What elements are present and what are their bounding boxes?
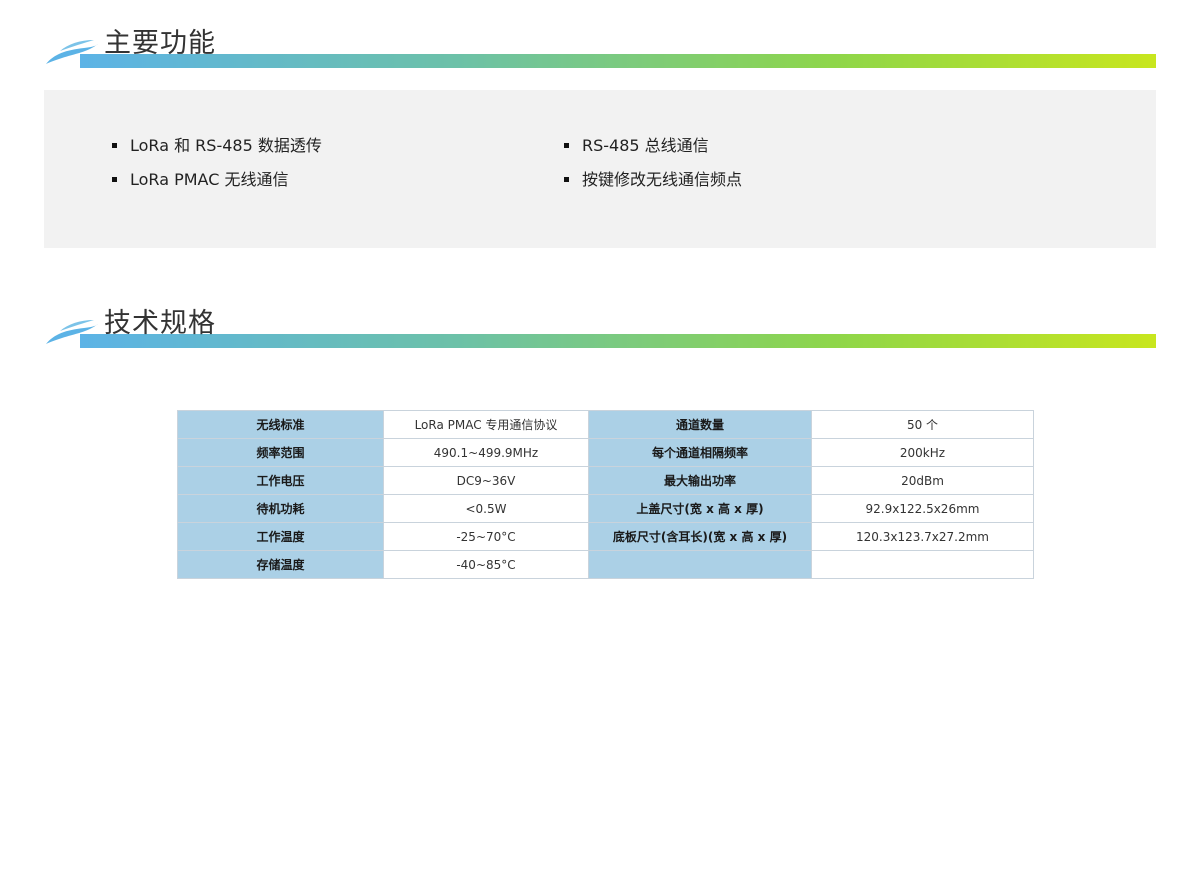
table-row: 频率范围 490.1~499.9MHz 每个通道相隔频率 200kHz — [177, 438, 1034, 467]
spec-label: 最大输出功率 — [588, 466, 812, 495]
spec-value: -40~85°C — [383, 550, 589, 579]
spec-label: 待机功耗 — [177, 494, 384, 523]
feature-item: RS-485 总线通信 — [564, 136, 742, 170]
bullet-icon — [564, 177, 569, 182]
bullet-icon — [564, 143, 569, 148]
spec-value: 92.9x122.5x26mm — [811, 494, 1034, 523]
feature-text: LoRa PMAC 无线通信 — [130, 170, 289, 189]
features-section-header: 主要功能 — [44, 28, 1156, 68]
spec-value: 200kHz — [811, 438, 1034, 467]
feature-item: 按键修改无线通信频点 — [564, 170, 742, 204]
spec-value: LoRa PMAC 专用通信协议 — [383, 410, 589, 439]
spec-value: 490.1~499.9MHz — [383, 438, 589, 467]
features-right-column: RS-485 总线通信 按键修改无线通信频点 — [564, 136, 742, 204]
header-gradient-bar — [80, 334, 1156, 348]
table-row: 工作温度 -25~70°C 底板尺寸(含耳长)(宽 x 高 x 厚) 120.3… — [177, 522, 1034, 551]
feature-item: LoRa 和 RS-485 数据透传 — [112, 136, 322, 170]
spec-value: <0.5W — [383, 494, 589, 523]
spec-value: -25~70°C — [383, 522, 589, 551]
spec-label: 工作温度 — [177, 522, 384, 551]
section-title: 主要功能 — [104, 28, 216, 59]
table-row: 待机功耗 <0.5W 上盖尺寸(宽 x 高 x 厚) 92.9x122.5x26… — [177, 494, 1034, 523]
spec-table: 无线标准 LoRa PMAC 专用通信协议 通道数量 50 个 频率范围 490… — [177, 410, 1034, 579]
feature-item: LoRa PMAC 无线通信 — [112, 170, 322, 204]
spec-label: 通道数量 — [588, 410, 812, 439]
spec-label: 底板尺寸(含耳长)(宽 x 高 x 厚) — [588, 522, 812, 551]
spec-value: 50 个 — [811, 410, 1034, 439]
spec-label: 频率范围 — [177, 438, 384, 467]
spec-value: 120.3x123.7x27.2mm — [811, 522, 1034, 551]
feature-text: 按键修改无线通信频点 — [582, 170, 743, 189]
table-row: 工作电压 DC9~36V 最大输出功率 20dBm — [177, 466, 1034, 495]
spec-label: 每个通道相隔频率 — [588, 438, 812, 467]
specs-section-header: 技术规格 — [44, 308, 1156, 348]
table-row: 存储温度 -40~85°C — [177, 550, 1034, 579]
spec-label — [588, 550, 812, 579]
features-panel: LoRa 和 RS-485 数据透传 LoRa PMAC 无线通信 RS-485… — [44, 90, 1156, 248]
spec-label: 上盖尺寸(宽 x 高 x 厚) — [588, 494, 812, 523]
spec-value: DC9~36V — [383, 466, 589, 495]
spec-value: 20dBm — [811, 466, 1034, 495]
spec-label: 工作电压 — [177, 466, 384, 495]
spec-label: 无线标准 — [177, 410, 384, 439]
table-row: 无线标准 LoRa PMAC 专用通信协议 通道数量 50 个 — [177, 410, 1034, 439]
spec-value — [811, 550, 1034, 579]
bullet-icon — [112, 143, 117, 148]
header-gradient-bar — [80, 54, 1156, 68]
bullet-icon — [112, 177, 117, 182]
feature-text: LoRa 和 RS-485 数据透传 — [130, 136, 322, 155]
feature-text: RS-485 总线通信 — [582, 136, 709, 155]
spec-label: 存储温度 — [177, 550, 384, 579]
features-left-column: LoRa 和 RS-485 数据透传 LoRa PMAC 无线通信 — [112, 136, 322, 204]
section-title: 技术规格 — [104, 308, 216, 339]
